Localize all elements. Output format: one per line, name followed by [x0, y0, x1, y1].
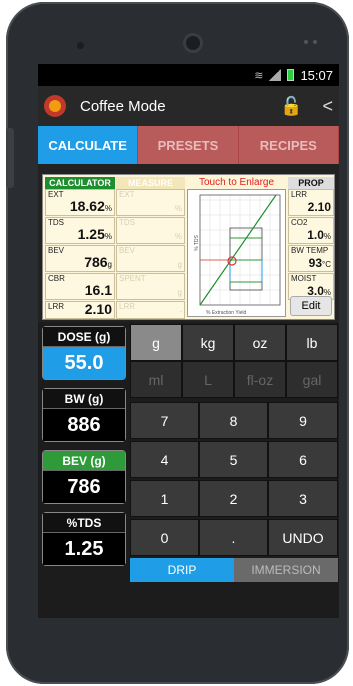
front-sensor — [77, 42, 84, 49]
input-panel: DOSE (g) 55.0 BW (g) 886 BEV (g) 786 %TD… — [38, 322, 339, 618]
speaker-dot — [313, 40, 317, 44]
action-bar: Coffee Mode 🔓 < — [38, 86, 339, 126]
battery-icon — [287, 69, 295, 81]
bw-label: BW (g) — [43, 389, 125, 409]
chart-xlabel: % Extraction Yield — [206, 310, 247, 316]
dose-field[interactable]: DOSE (g) 55.0 — [42, 326, 126, 380]
signal-icon — [269, 69, 282, 81]
app-title[interactable]: Coffee Mode — [80, 98, 260, 115]
bev-label: BEV (g) — [43, 451, 125, 471]
key-decimal[interactable]: . — [199, 519, 268, 556]
measure-header[interactable]: MEASURE — [116, 177, 185, 189]
wifi-icon: ≋ — [254, 69, 264, 82]
key-6[interactable]: 6 — [268, 441, 338, 478]
prop-header[interactable]: PROP — [288, 177, 334, 189]
measure-ext-cell[interactable]: EXT % — [116, 189, 185, 216]
tab-presets[interactable]: PRESETS — [138, 126, 239, 164]
bw-field[interactable]: BW (g) 886 — [42, 388, 126, 442]
bev-field[interactable]: BEV (g) 786 — [42, 450, 126, 504]
prop-co2-cell[interactable]: CO2 1.0% — [288, 217, 334, 244]
measure-tds-cell[interactable]: TDS % — [116, 217, 185, 244]
unit-floz-key[interactable]: fl-oz — [234, 361, 286, 398]
unit-kg-key[interactable]: kg — [182, 324, 234, 361]
edit-button[interactable]: Edit — [290, 296, 332, 316]
undo-button[interactable]: UNDO — [268, 519, 338, 556]
tds-value[interactable]: 1.25 — [43, 533, 125, 565]
app-logo-icon[interactable] — [44, 95, 66, 117]
drip-mode-button[interactable]: DRIP — [130, 558, 234, 582]
measure-lrr-cell[interactable]: LRR - — [116, 301, 185, 319]
tds-field[interactable]: %TDS 1.25 — [42, 512, 126, 566]
bev-cell[interactable]: BEV 786g — [45, 245, 115, 272]
unit-oz-key[interactable]: oz — [234, 324, 286, 361]
lrr-cell[interactable]: LRR 2.10 — [45, 301, 115, 319]
tab-recipes[interactable]: RECIPES — [238, 126, 339, 164]
calculator-panel: CALCULATOR MEASURE Touch to Enlarge PROP… — [42, 174, 335, 320]
measure-bev-cell[interactable]: BEV g — [116, 245, 185, 272]
unit-l-key[interactable]: L — [182, 361, 234, 398]
bev-value[interactable]: 786 — [43, 471, 125, 503]
dose-label: DOSE (g) — [43, 327, 125, 347]
bw-value[interactable]: 886 — [43, 409, 125, 441]
cbr-cell[interactable]: CBR 16.1 — [45, 273, 115, 300]
prop-lrr-cell[interactable]: LRR 2.10 — [288, 189, 334, 216]
unit-gal-key[interactable]: gal — [286, 361, 338, 398]
unit-lb-key[interactable]: lb — [286, 324, 338, 361]
chart-ylabel: % TDS — [193, 235, 200, 251]
key-0[interactable]: 0 — [130, 519, 199, 556]
key-8[interactable]: 8 — [199, 402, 268, 439]
screen: ≋ 15:07 Coffee Mode 🔓 < CALCULATE PRESET… — [38, 64, 339, 618]
prop-bwtemp-cell[interactable]: BW TEMP 93°C — [288, 245, 334, 272]
phone-frame: ≋ 15:07 Coffee Mode 🔓 < CALCULATE PRESET… — [6, 2, 349, 684]
status-time: 15:07 — [300, 67, 333, 83]
tab-calculate[interactable]: CALCULATE — [38, 126, 139, 164]
unit-g-key[interactable]: g — [130, 324, 182, 361]
ext-cell[interactable]: EXT 18.62% — [45, 189, 115, 216]
unit-ml-key[interactable]: ml — [130, 361, 182, 398]
tab-bar: CALCULATE PRESETS RECIPES — [38, 126, 339, 164]
dose-value[interactable]: 55.0 — [43, 347, 125, 379]
brew-chart[interactable]: % Extraction Yield % TDS — [187, 189, 286, 317]
status-bar: ≋ 15:07 — [38, 64, 339, 86]
key-1[interactable]: 1 — [130, 480, 199, 517]
side-button — [6, 128, 14, 188]
key-4[interactable]: 4 — [130, 441, 199, 478]
front-camera — [186, 36, 200, 50]
lock-icon[interactable]: 🔓 — [280, 96, 302, 117]
share-icon[interactable]: < — [322, 96, 333, 117]
tds-label: %TDS — [43, 513, 125, 533]
key-3[interactable]: 3 — [268, 480, 338, 517]
key-5[interactable]: 5 — [199, 441, 268, 478]
key-9[interactable]: 9 — [268, 402, 338, 439]
immersion-mode-button[interactable]: IMMERSION — [234, 558, 338, 582]
measure-spent-cell[interactable]: SPENT g — [116, 273, 185, 300]
touch-to-enlarge[interactable]: Touch to Enlarge — [187, 177, 286, 189]
key-2[interactable]: 2 — [199, 480, 268, 517]
key-7[interactable]: 7 — [130, 402, 199, 439]
calculator-header[interactable]: CALCULATOR — [45, 177, 115, 189]
speaker-dot — [304, 40, 308, 44]
tds-cell[interactable]: TDS 1.25% — [45, 217, 115, 244]
